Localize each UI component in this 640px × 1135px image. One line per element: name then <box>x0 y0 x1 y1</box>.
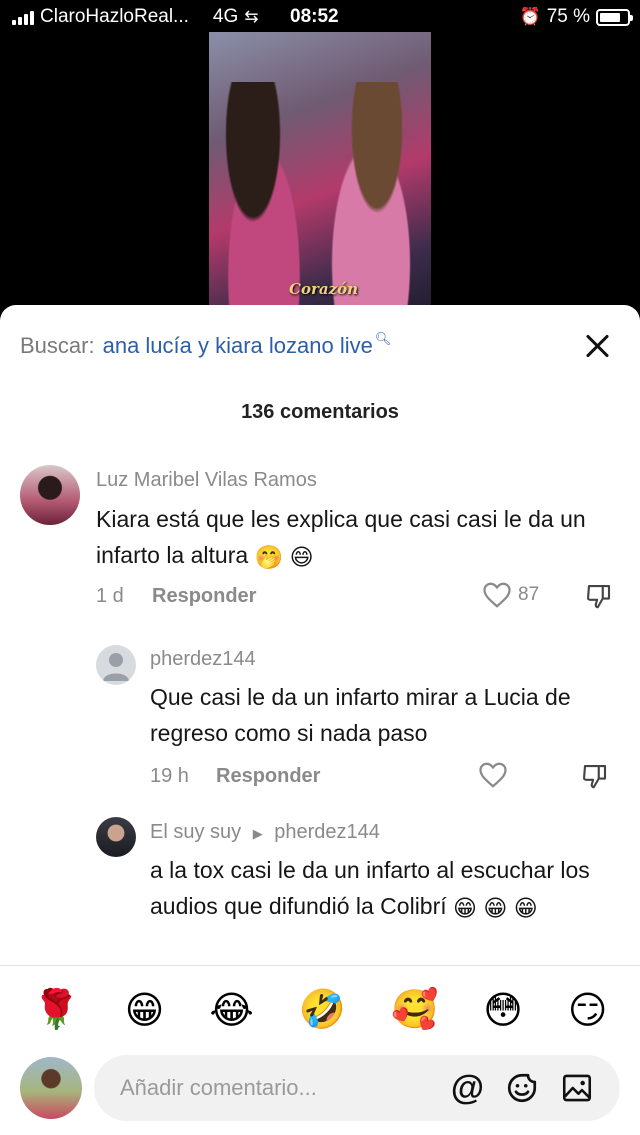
emoji: 😁 <box>483 894 508 921</box>
clock: 08:52 <box>290 6 339 27</box>
emoji: 😁 <box>453 894 478 921</box>
avatar[interactable] <box>96 645 136 685</box>
like-button[interactable]: 87 <box>482 581 539 609</box>
user-avatar <box>20 1057 82 1119</box>
emoji-rose-button[interactable]: 🌹 <box>32 988 79 1032</box>
video-caption: Corazón <box>289 280 358 298</box>
signal-icon <box>12 9 34 25</box>
battery-icon <box>596 8 633 26</box>
battery-percentage: 75 % <box>546 6 590 27</box>
emoji-picker-icon[interactable] <box>504 1070 540 1106</box>
alarm-icon: ⏰ <box>519 7 541 26</box>
avatar[interactable] <box>96 817 136 857</box>
comment-author[interactable]: pherdez144 <box>150 648 256 671</box>
like-count: 87 <box>518 584 540 605</box>
emoji-grin-button[interactable]: 😁 <box>125 988 165 1033</box>
vpn-icon: ⇆ <box>244 7 259 26</box>
emoji-smirk-button[interactable]: 😏 <box>568 988 608 1033</box>
search-suggestion[interactable]: Buscar: ana lucía y kiara lozano live 🔍︎ <box>20 331 392 359</box>
search-icon: 🔍︎ <box>374 331 392 346</box>
image-attach-icon[interactable] <box>560 1071 594 1105</box>
emoji-flushed-button[interactable]: 😳 <box>483 988 523 1033</box>
dislike-icon[interactable] <box>580 761 610 791</box>
comment-input-placeholder: Añadir comentario... <box>120 1075 317 1100</box>
comment-text: Que casi le da un infarto mirar a Lucia … <box>150 684 571 746</box>
default-user-icon <box>103 653 129 681</box>
video-player[interactable]: Corazón <box>209 32 431 322</box>
reply-button[interactable]: Responder <box>216 765 320 788</box>
emoji: 😁 <box>513 894 538 921</box>
comment-text: a la tox casi le da un infarto al escuch… <box>150 852 630 926</box>
close-button[interactable] <box>584 333 610 359</box>
comment-age: 1 d <box>96 585 124 607</box>
mention-icon[interactable]: @ <box>451 1071 484 1105</box>
comment-body: Kiara está que les explica que casi casi… <box>96 506 586 568</box>
network-type: 4G <box>212 6 239 27</box>
comments-count: 136 comentarios <box>241 401 399 423</box>
search-label: Buscar: <box>20 333 95 358</box>
divider <box>0 965 640 966</box>
heart-icon <box>483 582 511 608</box>
comment-author[interactable]: Luz Maribel Vilas Ramos <box>96 469 317 492</box>
emoji-joy-button[interactable]: 😂 <box>209 988 253 1033</box>
comment-author[interactable]: El suy suy <box>150 821 241 843</box>
search-query-link[interactable]: ana lucía y kiara lozano live <box>103 333 373 359</box>
comment-input[interactable]: Añadir comentario... @ <box>94 1055 620 1121</box>
comment-author-line: El suy suy ▶ pherdez144 <box>150 821 380 844</box>
emoji: 🤭 <box>254 543 284 570</box>
dislike-icon[interactable] <box>584 581 614 611</box>
emoji: 😄 <box>289 543 314 570</box>
reply-arrow-icon: ▶ <box>252 826 263 841</box>
reply-to-user[interactable]: pherdez144 <box>274 821 380 843</box>
carrier-name: ClaroHazloReal... <box>40 6 189 27</box>
emoji-rofl-button[interactable]: 🤣 <box>299 988 346 1032</box>
comment-age: 19 h <box>150 765 189 787</box>
comments-sheet: Buscar: ana lucía y kiara lozano live 🔍︎… <box>0 305 640 1135</box>
status-bar: ClaroHazloReal... 4G ⇆ 08:52 ⏰ 75 % <box>0 0 640 34</box>
quick-emoji-bar: 🌹 😁 😂 🤣 🥰 😳 😏 <box>0 980 640 1040</box>
emoji-love-button[interactable]: 🥰 <box>391 988 438 1032</box>
avatar[interactable] <box>20 465 80 525</box>
heart-icon[interactable] <box>478 761 508 789</box>
comment-text: Kiara está que les explica que casi casi… <box>96 501 606 575</box>
comment-composer: Añadir comentario... @ <box>0 1053 640 1123</box>
reply-button[interactable]: Responder <box>152 585 256 608</box>
